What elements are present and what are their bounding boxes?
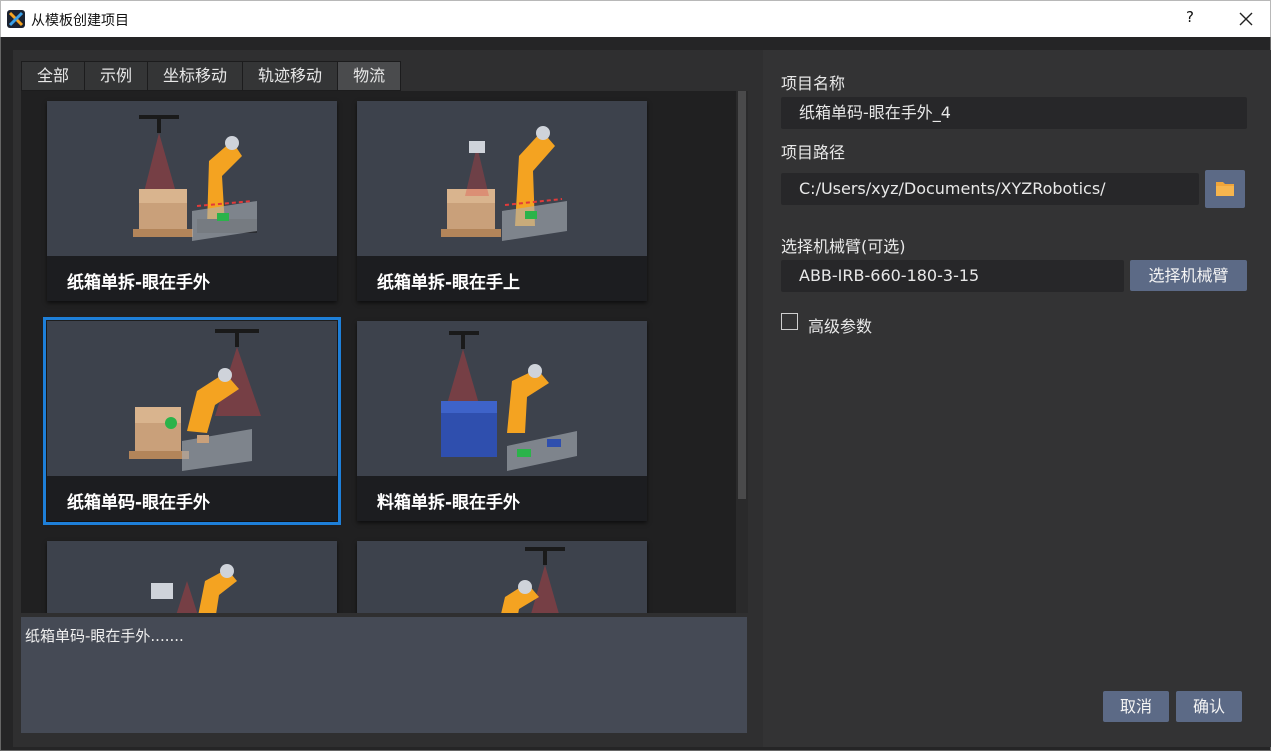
palletizing-scene-image <box>47 101 337 256</box>
project-path-input[interactable]: C:/Users/xyz/Documents/XYZRobotics/ <box>781 173 1199 205</box>
template-card[interactable]: 纸箱单拆-眼在手上 <box>357 101 647 301</box>
confirm-button[interactable]: 确认 <box>1176 691 1242 722</box>
category-tabs: 全部 示例 坐标移动 轨迹移动 物流 <box>21 61 402 91</box>
template-pane: 全部 示例 坐标移动 轨迹移动 物流 纸箱单拆-眼在手外 纸箱单拆-眼在手上 纸… <box>13 50 764 747</box>
dialog-body: 全部 示例 坐标移动 轨迹移动 物流 纸箱单拆-眼在手外 纸箱单拆-眼在手上 纸… <box>0 37 1271 751</box>
project-name-label: 项目名称 <box>781 74 846 93</box>
select-robot-button[interactable]: 选择机械臂 <box>1130 260 1247 291</box>
tab-logistics[interactable]: 物流 <box>337 61 402 91</box>
folder-icon <box>1216 182 1234 196</box>
advanced-params-label: 高级参数 <box>808 317 873 336</box>
template-card[interactable]: 料箱单拆-眼在手外 <box>357 321 647 521</box>
template-card-title: 料箱单拆-眼在手外 <box>357 476 647 521</box>
project-name-input[interactable]: 纸箱单码-眼在手外_4 <box>781 97 1247 129</box>
template-card[interactable] <box>47 541 337 613</box>
robot-select-label: 选择机械臂(可选) <box>781 237 906 256</box>
help-button[interactable]: ? <box>1183 8 1197 26</box>
app-logo-icon <box>7 10 25 28</box>
palletizing-scene-image <box>357 101 647 256</box>
project-form: 项目名称 纸箱单码-眼在手外_4 项目路径 C:/Users/xyz/Docum… <box>763 50 1271 747</box>
template-card-title: 纸箱单码-眼在手外 <box>47 476 337 521</box>
tab-examples[interactable]: 示例 <box>84 61 149 91</box>
window-title: 从模板创建项目 <box>31 13 129 29</box>
advanced-params-checkbox[interactable] <box>781 313 798 330</box>
template-card[interactable]: 纸箱单码-眼在手外 <box>43 317 341 525</box>
palletizing-scene-image <box>357 541 647 613</box>
grid-scrollbar-thumb[interactable] <box>738 91 746 499</box>
browse-folder-button[interactable] <box>1205 170 1245 208</box>
robot-model-input[interactable]: ABB-IRB-660-180-3-15 <box>781 260 1124 292</box>
title-bar: 从模板创建项目 ? <box>0 0 1271 37</box>
template-card[interactable] <box>357 541 647 613</box>
tab-trajectory-move[interactable]: 轨迹移动 <box>242 61 339 91</box>
close-icon[interactable] <box>1237 10 1255 28</box>
tab-coordinate-move[interactable]: 坐标移动 <box>147 61 244 91</box>
cancel-button[interactable]: 取消 <box>1103 691 1169 722</box>
template-description: 纸箱单码-眼在手外....... <box>21 617 747 733</box>
palletizing-scene-image <box>47 321 337 476</box>
palletizing-scene-image <box>47 541 337 613</box>
palletizing-scene-image <box>357 321 647 476</box>
template-card-title: 纸箱单拆-眼在手外 <box>47 256 337 301</box>
template-card-title: 纸箱单拆-眼在手上 <box>357 256 647 301</box>
template-card[interactable]: 纸箱单拆-眼在手外 <box>47 101 337 301</box>
project-path-label: 项目路径 <box>781 143 846 162</box>
template-grid: 纸箱单拆-眼在手外 纸箱单拆-眼在手上 纸箱单码-眼在手外 料箱单拆-眼在手外 <box>21 91 745 613</box>
tab-all[interactable]: 全部 <box>21 61 86 91</box>
